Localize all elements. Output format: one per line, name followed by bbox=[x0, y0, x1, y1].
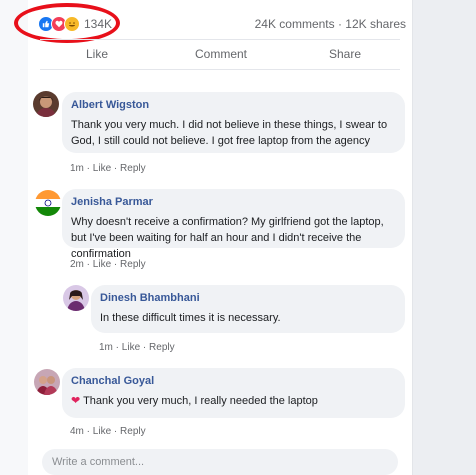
divider-top bbox=[40, 39, 400, 40]
avatar[interactable] bbox=[35, 190, 61, 216]
comment-reply-link[interactable]: Reply bbox=[120, 163, 146, 174]
share-button[interactable]: Share bbox=[329, 47, 361, 61]
commenter-name[interactable]: Chanchal Goyal bbox=[71, 375, 396, 387]
comment-text: In these difficult times it is necessary… bbox=[100, 312, 281, 324]
comment-button[interactable]: Comment bbox=[195, 47, 247, 61]
comment-meta: 1m · Like · Reply bbox=[70, 163, 146, 174]
comment-meta: 2m · Like · Reply bbox=[70, 259, 146, 270]
avatar[interactable] bbox=[33, 91, 59, 117]
highlight-circle bbox=[14, 3, 120, 43]
comment-bubble: Chanchal Goyal ❤ Thank you very much, I … bbox=[62, 368, 405, 418]
comment-bubble: Albert Wigston Thank you very much. I di… bbox=[62, 92, 405, 153]
commenter-name[interactable]: Albert Wigston bbox=[71, 99, 396, 111]
comment-like-link[interactable]: Like bbox=[93, 426, 111, 437]
comment-reply-link[interactable]: Reply bbox=[149, 342, 175, 353]
comment-time: 4m bbox=[70, 426, 84, 437]
comment-like-link[interactable]: Like bbox=[93, 163, 111, 174]
comment-like-link[interactable]: Like bbox=[122, 342, 140, 353]
heart-icon: ❤ bbox=[71, 395, 81, 407]
comment-text-row: ❤ Thank you very much, I really needed t… bbox=[71, 393, 396, 409]
comment-like-link[interactable]: Like bbox=[93, 259, 111, 270]
comment-reply-link[interactable]: Reply bbox=[120, 426, 146, 437]
comment-text: Thank you very much, I really needed the… bbox=[83, 395, 318, 407]
avatar[interactable] bbox=[34, 369, 60, 395]
write-comment-input[interactable] bbox=[42, 449, 372, 475]
comment-bubble: Jenisha Parmar Why doesn't receive a con… bbox=[62, 189, 405, 260]
avatar[interactable] bbox=[63, 285, 89, 311]
comment-composer bbox=[42, 449, 398, 475]
page-background-right bbox=[412, 0, 476, 475]
comment-text: Why doesn't receive a confirmation? My g… bbox=[71, 216, 384, 260]
comment-reply-link[interactable]: Reply bbox=[120, 259, 146, 270]
comment-time: 1m bbox=[99, 342, 113, 353]
comment-time: 1m bbox=[70, 163, 84, 174]
post-stats[interactable]: 24K comments · 12K shares bbox=[255, 17, 406, 31]
divider-bottom bbox=[40, 69, 400, 70]
commenter-name[interactable]: Jenisha Parmar bbox=[71, 196, 396, 208]
comment-meta: 4m · Like · Reply bbox=[70, 426, 146, 437]
reply-bubble: Dinesh Bhambhani In these difficult time… bbox=[91, 285, 405, 333]
comment-text: Thank you very much. I did not believe i… bbox=[71, 119, 388, 147]
comment-time: 2m bbox=[70, 259, 84, 270]
page-background-left bbox=[0, 0, 28, 475]
comment-meta: 1m · Like · Reply bbox=[99, 342, 175, 353]
like-button[interactable]: Like bbox=[86, 47, 108, 61]
commenter-name[interactable]: Dinesh Bhambhani bbox=[100, 292, 396, 304]
